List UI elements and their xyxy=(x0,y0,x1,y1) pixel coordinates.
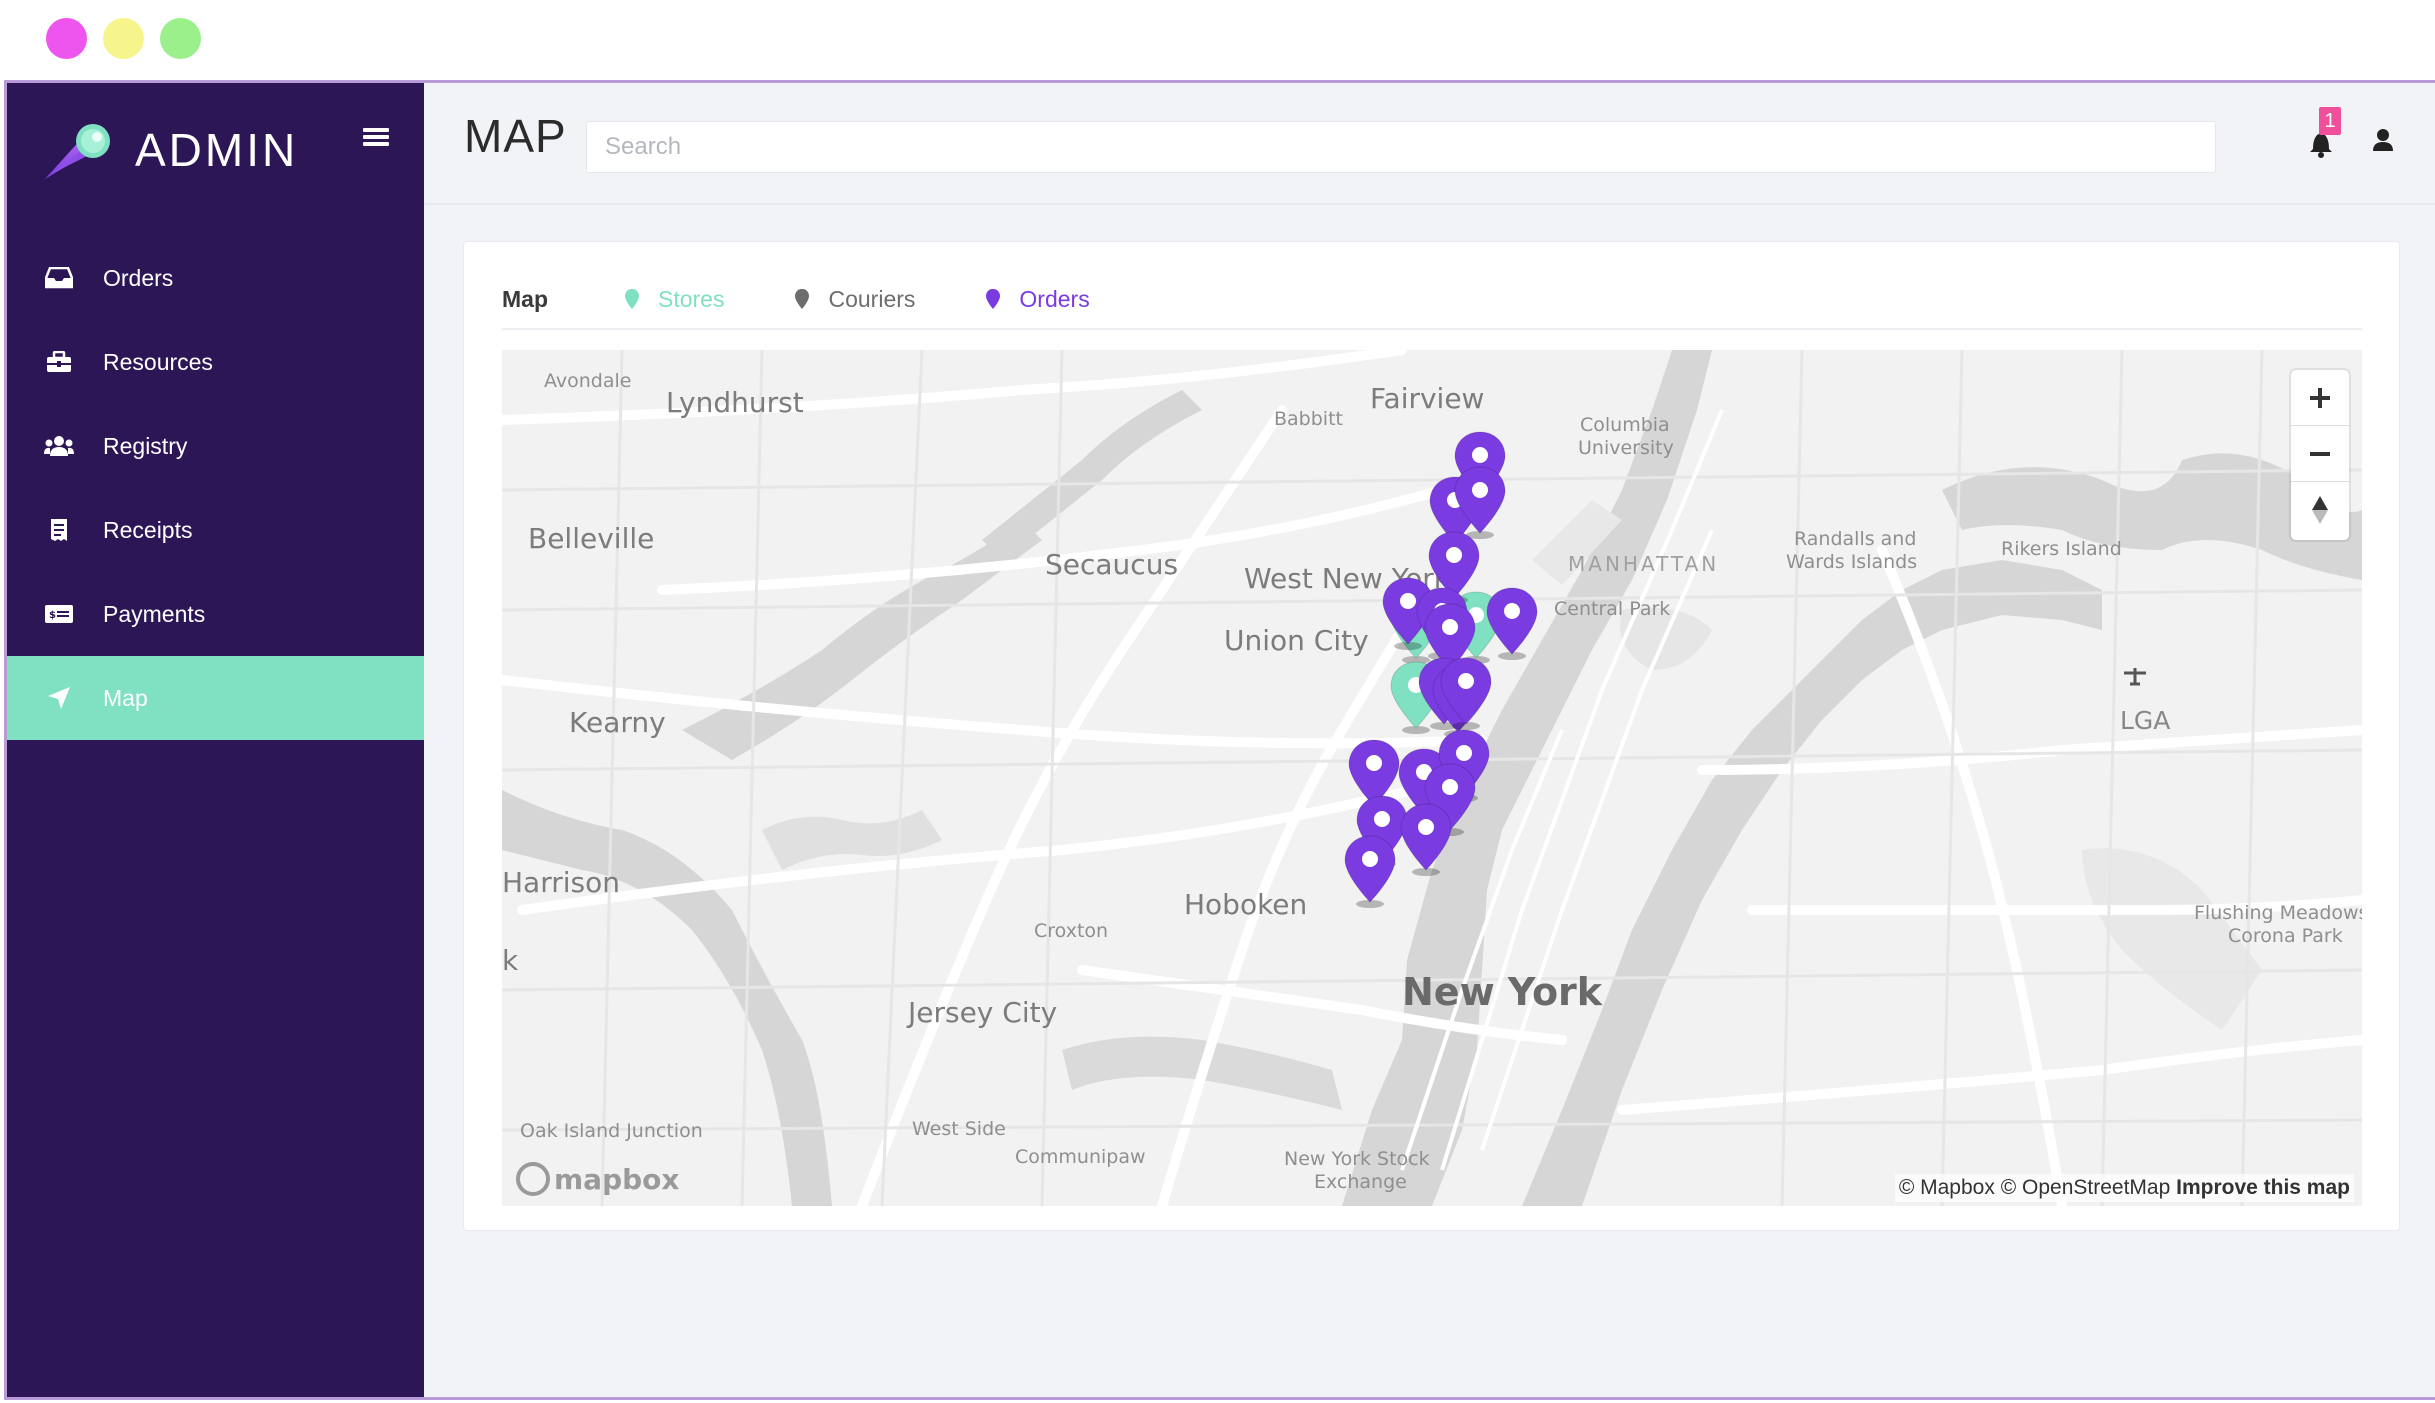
menu-toggle-icon[interactable] xyxy=(363,125,389,149)
main-content: MAP 1 Map Stores xyxy=(424,83,2435,1397)
toolbox-icon xyxy=(39,351,79,373)
map-label: Fairview xyxy=(1370,382,1485,415)
sidebar-item-label: Registry xyxy=(103,432,188,459)
sidebar-item-resources[interactable]: Resources xyxy=(7,320,424,404)
attribution-osm-link[interactable]: © OpenStreetMap xyxy=(2001,1176,2171,1199)
tab-map[interactable]: Map xyxy=(502,286,548,313)
tab-couriers[interactable]: Couriers xyxy=(794,286,915,313)
map-card: Map Stores Couriers Orders Avondale Lynd… xyxy=(463,241,2400,1231)
map-filter-tabs: Map Stores Couriers Orders xyxy=(502,270,2362,330)
map-label: Union City xyxy=(1224,624,1369,657)
mapbox-logo-text: mapbox xyxy=(554,1162,680,1196)
map-label: Belleville xyxy=(528,522,655,555)
sidebar-item-orders[interactable]: Orders xyxy=(7,236,424,320)
window-maximize-dot[interactable] xyxy=(160,18,201,59)
plus-icon xyxy=(2310,387,2330,408)
tab-orders[interactable]: Orders xyxy=(985,285,1090,313)
sidebar-item-map[interactable]: Map xyxy=(7,656,424,740)
tab-label: Orders xyxy=(1019,285,1090,312)
brand[interactable]: ADMIN xyxy=(43,105,413,195)
mapbox-logo[interactable]: mapbox xyxy=(516,1162,679,1196)
map-label: Avondale xyxy=(544,370,632,392)
money-bill-icon: $ xyxy=(39,604,79,624)
map-label: Flushing Meadows xyxy=(2194,902,2362,924)
map-attribution: © Mapbox © OpenStreetMap Improve this ma… xyxy=(1894,1174,2354,1202)
window-minimize-dot[interactable] xyxy=(103,18,144,59)
sidebar-nav: Orders Resources Registry Receipts $ Pay… xyxy=(7,236,424,740)
attribution-mapbox-link[interactable]: © Mapbox xyxy=(1899,1176,1995,1199)
map-label: MANHATTAN xyxy=(1568,552,1720,576)
zoom-in-button[interactable] xyxy=(2291,370,2349,426)
sidebar-item-label: Resources xyxy=(103,348,213,375)
map-label: Babbitt xyxy=(1274,408,1343,430)
tab-label: Map xyxy=(502,285,548,312)
notification-badge: 1 xyxy=(2319,107,2341,135)
user-icon[interactable] xyxy=(2368,121,2398,161)
map-label: Hoboken xyxy=(1184,888,1308,921)
courier-pin-icon xyxy=(795,289,810,309)
map-label: New York Stock xyxy=(1284,1148,1430,1170)
map-label: k xyxy=(502,944,519,977)
map-label: Exchange xyxy=(1314,1171,1407,1193)
comet-logo-icon xyxy=(45,124,110,179)
brand-name: ADMIN xyxy=(135,124,299,176)
tab-label: Stores xyxy=(658,285,725,312)
sidebar-item-label: Orders xyxy=(103,264,174,291)
store-pin-icon xyxy=(625,289,639,309)
svg-text:$: $ xyxy=(49,610,56,621)
map-label: Wards Islands xyxy=(1786,551,1918,573)
map-label: Randalls and xyxy=(1794,528,1917,550)
mapbox-logo-icon xyxy=(516,1162,550,1196)
map-label: New York xyxy=(1402,970,1603,1014)
map-label: Lyndhurst xyxy=(666,386,804,419)
tab-stores[interactable]: Stores xyxy=(624,286,724,313)
map-label: Harrison xyxy=(502,866,620,899)
map-label: Oak Island Junction xyxy=(520,1120,703,1142)
tab-label: Couriers xyxy=(828,285,916,312)
sidebar-item-label: Map xyxy=(103,684,148,711)
reset-bearing-button[interactable] xyxy=(2291,482,2349,538)
order-marker-icon[interactable] xyxy=(1438,656,1494,730)
order-marker-icon[interactable] xyxy=(1342,834,1398,908)
search-input[interactable] xyxy=(586,121,2216,173)
users-icon xyxy=(39,435,79,457)
map-label: Croxton xyxy=(1034,920,1109,942)
order-marker-icon[interactable] xyxy=(1398,802,1454,876)
sidebar-item-label: Receipts xyxy=(103,516,193,543)
order-pin-icon xyxy=(986,289,1001,309)
sidebar-item-receipts[interactable]: Receipts xyxy=(7,488,424,572)
page-title: MAP xyxy=(464,110,567,162)
map-label: Corona Park xyxy=(2228,925,2343,947)
map-label: Communipaw xyxy=(1015,1146,1146,1168)
app-window: ADMIN Orders Resources Registry Receipts… xyxy=(4,80,2435,1400)
inbox-icon xyxy=(39,267,79,289)
window-titlebar xyxy=(0,0,2435,80)
sidebar: ADMIN Orders Resources Registry Receipts… xyxy=(7,83,424,1397)
map-label: University xyxy=(1578,437,1674,459)
map-label: Secaucus xyxy=(1045,548,1179,581)
location-arrow-icon xyxy=(39,686,79,710)
map-label: LGA xyxy=(2120,706,2171,735)
sidebar-item-registry[interactable]: Registry xyxy=(7,404,424,488)
map-label: Central Park xyxy=(1554,598,1671,620)
map-label: Columbia xyxy=(1580,414,1670,436)
sidebar-item-payments[interactable]: $ Payments xyxy=(7,572,424,656)
map-zoom-controls xyxy=(2291,370,2349,540)
receipt-icon xyxy=(39,518,79,542)
compass-icon xyxy=(2312,496,2328,524)
window-close-dot[interactable] xyxy=(46,18,87,59)
map-label: Rikers Island xyxy=(2001,538,2122,560)
map-label: West Side xyxy=(912,1118,1006,1140)
minus-icon xyxy=(2310,451,2330,456)
map-label: Jersey City xyxy=(908,996,1058,1029)
order-marker-icon[interactable] xyxy=(1484,586,1540,660)
improve-map-link[interactable]: Improve this map xyxy=(2176,1176,2350,1199)
order-marker-icon[interactable] xyxy=(1452,465,1508,539)
sidebar-item-label: Payments xyxy=(103,600,206,627)
map-label: Kearny xyxy=(569,706,666,739)
map-canvas[interactable]: Avondale Lyndhurst Babbitt Fairview Colu… xyxy=(502,350,2362,1206)
top-header: MAP 1 xyxy=(424,83,2435,205)
zoom-out-button[interactable] xyxy=(2291,426,2349,482)
